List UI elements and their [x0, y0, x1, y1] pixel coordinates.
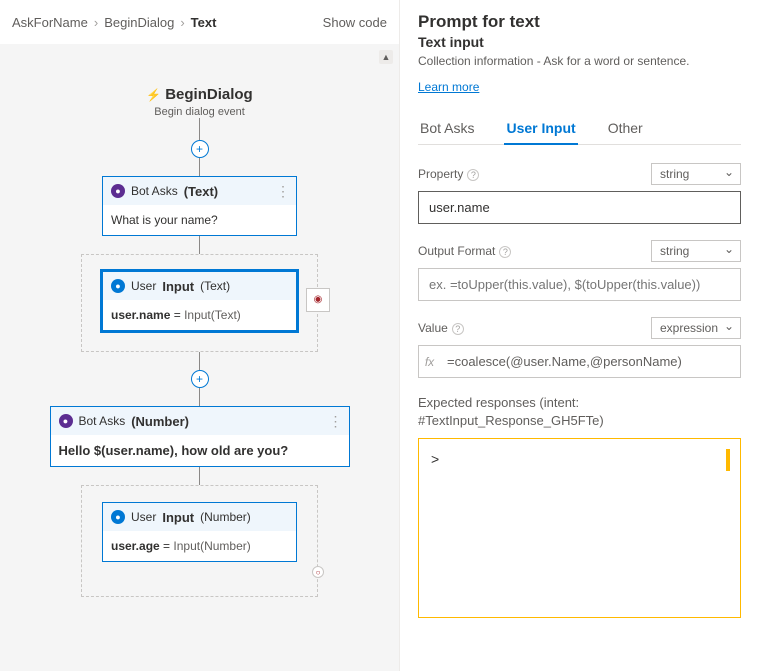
node-body: What is your name?	[103, 205, 296, 235]
trigger-node[interactable]: ⚡ BeginDialog Begin dialog event	[0, 86, 399, 118]
help-icon[interactable]: ?	[499, 246, 511, 258]
more-icon[interactable]: ⋮	[276, 183, 290, 200]
value-type-select[interactable]: expression	[651, 317, 741, 339]
user-input-group: ◉ ● User Input (Text) user.name = Input(…	[81, 254, 318, 352]
node-kind: User	[131, 279, 156, 293]
node-body: user.age = Input(Number)	[103, 531, 296, 561]
recognizer-indicator-icon[interactable]: ○	[312, 566, 324, 578]
recognizer-indicator-icon[interactable]: ◉	[306, 288, 330, 312]
user-icon: ●	[111, 510, 125, 524]
show-code-button[interactable]: Show code	[323, 15, 387, 30]
crumb-current: Text	[191, 15, 217, 30]
node-kind2: Input	[162, 279, 194, 294]
property-type-select[interactable]: string	[651, 163, 741, 185]
chevron-right-icon: ›	[180, 15, 184, 30]
node-paren: (Text)	[200, 279, 230, 293]
trigger-icon: ⚡	[146, 88, 161, 102]
expected-content: >	[431, 451, 439, 467]
node-paren: (Number)	[200, 510, 251, 524]
tab-bot-asks[interactable]: Bot Asks	[418, 112, 476, 144]
node-paren: (Text)	[184, 184, 218, 199]
node-kind: Bot Asks	[131, 184, 178, 198]
fx-icon: fx	[419, 346, 441, 377]
user-input-text-node[interactable]: ● User Input (Text) user.name = Input(Te…	[102, 271, 297, 331]
learn-more-link[interactable]: Learn more	[418, 80, 479, 94]
expected-responses-input[interactable]: >	[418, 438, 741, 618]
output-type-select[interactable]: string	[651, 240, 741, 262]
bot-icon: ●	[59, 414, 73, 428]
bot-icon: ●	[111, 184, 125, 198]
property-input[interactable]	[418, 191, 741, 224]
tab-user-input[interactable]: User Input	[504, 112, 577, 144]
node-body: Hello $(user.name), how old are you?	[51, 435, 349, 466]
value-expression: =coalesce(@user.Name,@personName)	[441, 346, 740, 377]
value-label: Value	[418, 321, 448, 335]
more-icon[interactable]: ⋮	[329, 413, 343, 430]
trigger-subtitle: Begin dialog event	[0, 106, 399, 118]
cursor-indicator	[726, 449, 730, 471]
chevron-right-icon: ›	[94, 15, 98, 30]
bot-asks-text-node[interactable]: ● Bot Asks (Text) ⋮ What is your name?	[102, 176, 297, 236]
user-icon: ●	[111, 279, 125, 293]
node-kind2: Input	[162, 510, 194, 525]
breadcrumb: AskForName › BeginDialog › Text	[12, 15, 216, 30]
panel-tabs: Bot Asks User Input Other	[418, 112, 741, 145]
node-kind: User	[131, 510, 156, 524]
user-input-group-2: ○ ● User Input (Number) user.age = Input…	[81, 485, 318, 597]
scroll-up-icon[interactable]: ▲	[379, 50, 393, 64]
node-body: user.name = Input(Text)	[103, 300, 296, 330]
tab-other[interactable]: Other	[606, 112, 645, 144]
panel-description: Collection information - Ask for a word …	[418, 54, 741, 68]
output-format-input[interactable]	[418, 268, 741, 301]
bot-asks-number-node[interactable]: ● Bot Asks (Number) ⋮ Hello $(user.name)…	[50, 406, 350, 467]
property-label: Property	[418, 167, 463, 181]
panel-subtitle: Text input	[418, 34, 741, 50]
output-format-label: Output Format	[418, 244, 495, 258]
panel-title: Prompt for text	[418, 12, 741, 32]
node-paren: (Number)	[131, 414, 189, 429]
add-action-button[interactable]: +	[191, 140, 209, 158]
value-input[interactable]: fx =coalesce(@user.Name,@personName)	[418, 345, 741, 378]
trigger-title: BeginDialog	[165, 86, 253, 103]
user-input-number-node[interactable]: ● User Input (Number) user.age = Input(N…	[102, 502, 297, 562]
crumb-mid[interactable]: BeginDialog	[104, 15, 174, 30]
help-icon[interactable]: ?	[467, 169, 479, 181]
crumb-root[interactable]: AskForName	[12, 15, 88, 30]
add-action-button[interactable]: +	[191, 370, 209, 388]
help-icon[interactable]: ?	[452, 323, 464, 335]
expected-responses-label: Expected responses (intent: #TextInput_R…	[418, 394, 741, 430]
node-kind: Bot Asks	[79, 414, 126, 428]
